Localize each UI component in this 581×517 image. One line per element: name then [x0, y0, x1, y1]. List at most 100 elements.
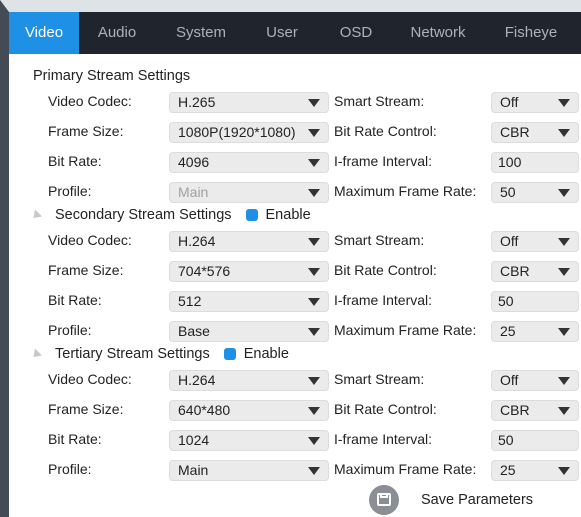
- tab-fisheye[interactable]: Fisheye: [481, 12, 581, 54]
- secondary-frame-size-select[interactable]: 704*576: [169, 261, 329, 282]
- chevron-down-icon: [308, 99, 320, 107]
- save-parameters-label: Save Parameters: [421, 492, 534, 508]
- chevron-down-icon: [558, 407, 570, 415]
- chevron-down-icon: [308, 467, 320, 475]
- secondary-enable-label: Enable: [265, 207, 311, 223]
- tertiary-max-frame-rate-select[interactable]: 25: [491, 460, 579, 481]
- tertiary-bit-rate-control-select[interactable]: CBR: [491, 400, 579, 421]
- tertiary-stream-title: Tertiary Stream Settings: [55, 346, 210, 362]
- tertiary-profile-select[interactable]: Main: [169, 460, 329, 481]
- chevron-down-icon: [558, 467, 570, 475]
- tertiary-video-codec-label: Video Codec:: [48, 371, 132, 387]
- secondary-video-codec-value: H.264: [178, 233, 216, 249]
- primary-profile-value: Main: [178, 184, 209, 200]
- tertiary-smart-stream-label: Smart Stream:: [334, 371, 425, 387]
- tertiary-frame-size-value: 640*480: [178, 402, 231, 418]
- primary-video-codec-value: H.265: [178, 94, 216, 110]
- primary-frame-size-label: Frame Size:: [48, 123, 124, 139]
- tertiary-bit-rate-select[interactable]: 1024: [169, 430, 329, 451]
- chevron-down-icon: [308, 189, 320, 197]
- secondary-smart-stream-select[interactable]: Off: [491, 231, 579, 252]
- tertiary-iframe-interval-label: I-frame Interval:: [334, 431, 433, 447]
- tertiary-max-frame-rate-value: 25: [500, 462, 516, 478]
- tab-video[interactable]: Video: [9, 12, 79, 54]
- secondary-max-frame-rate-select[interactable]: 25: [491, 321, 579, 342]
- tertiary-bit-rate-control-label: Bit Rate Control:: [334, 401, 437, 417]
- tab-osd[interactable]: OSD: [317, 12, 395, 54]
- secondary-frame-size-label: Frame Size:: [48, 262, 124, 278]
- chevron-down-icon: [308, 328, 320, 336]
- primary-iframe-interval-input[interactable]: 100: [491, 152, 579, 173]
- tertiary-frame-size-select[interactable]: 640*480: [169, 400, 329, 421]
- tertiary-video-codec-select[interactable]: H.264: [169, 370, 329, 391]
- secondary-iframe-interval-label: I-frame Interval:: [334, 292, 433, 308]
- secondary-profile-select[interactable]: Base: [169, 321, 329, 342]
- primary-max-frame-rate-label: Maximum Frame Rate:: [334, 183, 477, 199]
- primary-stream-title: Primary Stream Settings: [33, 68, 191, 84]
- secondary-bit-rate-control-select[interactable]: CBR: [491, 261, 579, 282]
- primary-bit-rate-select[interactable]: 4096: [169, 152, 329, 173]
- chevron-down-icon: [558, 268, 570, 276]
- tertiary-smart-stream-select[interactable]: Off: [491, 370, 579, 391]
- secondary-video-codec-label: Video Codec:: [48, 232, 132, 248]
- chevron-down-icon: [308, 159, 320, 167]
- secondary-smart-stream-label: Smart Stream:: [334, 232, 425, 248]
- secondary-stream-title: Secondary Stream Settings: [55, 207, 232, 223]
- chevron-down-icon: [558, 189, 570, 197]
- chevron-down-icon: [558, 99, 570, 107]
- secondary-bit-rate-label: Bit Rate:: [48, 292, 102, 308]
- secondary-bit-rate-value: 512: [178, 293, 202, 309]
- secondary-iframe-interval-input[interactable]: 50: [491, 291, 579, 312]
- secondary-smart-stream-value: Off: [500, 233, 519, 249]
- secondary-max-frame-rate-label: Maximum Frame Rate:: [334, 322, 477, 338]
- primary-frame-size-select[interactable]: 1080P(1920*1080): [169, 122, 329, 143]
- primary-max-frame-rate-value: 50: [500, 184, 516, 200]
- chevron-down-icon: [558, 129, 570, 137]
- primary-smart-stream-select[interactable]: Off: [491, 92, 579, 113]
- chevron-down-icon: [308, 129, 320, 137]
- secondary-bit-rate-control-label: Bit Rate Control:: [334, 262, 437, 278]
- tertiary-enable-label: Enable: [243, 346, 289, 362]
- primary-profile-label: Profile:: [48, 183, 92, 199]
- chevron-down-icon: [558, 238, 570, 246]
- save-disk-icon[interactable]: [369, 485, 399, 515]
- tertiary-profile-label: Profile:: [48, 461, 92, 477]
- secondary-max-frame-rate-value: 25: [500, 323, 516, 339]
- primary-frame-size-value: 1080P(1920*1080): [178, 124, 296, 140]
- chevron-down-icon: [308, 238, 320, 246]
- secondary-video-codec-select[interactable]: H.264: [169, 231, 329, 252]
- tertiary-video-codec-value: H.264: [178, 372, 216, 388]
- collapse-triangle-icon[interactable]: [29, 208, 43, 222]
- primary-max-frame-rate-select[interactable]: 50: [491, 182, 579, 203]
- primary-video-codec-label: Video Codec:: [48, 93, 132, 109]
- video-settings-panel: Primary Stream Settings Video Codec: H.2…: [9, 54, 581, 517]
- primary-bit-rate-control-value: CBR: [500, 124, 530, 140]
- tertiary-iframe-interval-input[interactable]: 50: [491, 430, 579, 451]
- secondary-bit-rate-select[interactable]: 512: [169, 291, 329, 312]
- secondary-bit-rate-control-value: CBR: [500, 263, 530, 279]
- primary-stream-header: Primary Stream Settings: [33, 68, 190, 84]
- chevron-down-icon: [308, 407, 320, 415]
- tab-system[interactable]: System: [155, 12, 247, 54]
- tab-audio[interactable]: Audio: [79, 12, 155, 54]
- tertiary-max-frame-rate-label: Maximum Frame Rate:: [334, 461, 477, 477]
- secondary-enable-checkbox[interactable]: [245, 209, 258, 221]
- primary-iframe-interval-label: I-frame Interval:: [334, 153, 433, 169]
- tertiary-enable-checkbox[interactable]: [223, 348, 236, 360]
- secondary-stream-header[interactable]: Secondary Stream Settings Enable: [29, 207, 311, 223]
- primary-profile-select[interactable]: Main: [169, 182, 329, 203]
- chevron-down-icon: [308, 437, 320, 445]
- tertiary-stream-header[interactable]: Tertiary Stream Settings Enable: [29, 346, 289, 362]
- primary-video-codec-select[interactable]: H.265: [169, 92, 329, 113]
- primary-bit-rate-control-select[interactable]: CBR: [491, 122, 579, 143]
- chevron-down-icon: [558, 328, 570, 336]
- tab-network[interactable]: Network: [395, 12, 481, 54]
- tertiary-bit-rate-control-value: CBR: [500, 402, 530, 418]
- chevron-down-icon: [558, 377, 570, 385]
- tertiary-bit-rate-label: Bit Rate:: [48, 431, 102, 447]
- chevron-down-icon: [308, 298, 320, 306]
- tab-user[interactable]: User: [247, 12, 317, 54]
- secondary-profile-value: Base: [178, 323, 210, 339]
- save-parameters-button[interactable]: Save Parameters: [369, 485, 533, 515]
- collapse-triangle-icon[interactable]: [29, 347, 43, 361]
